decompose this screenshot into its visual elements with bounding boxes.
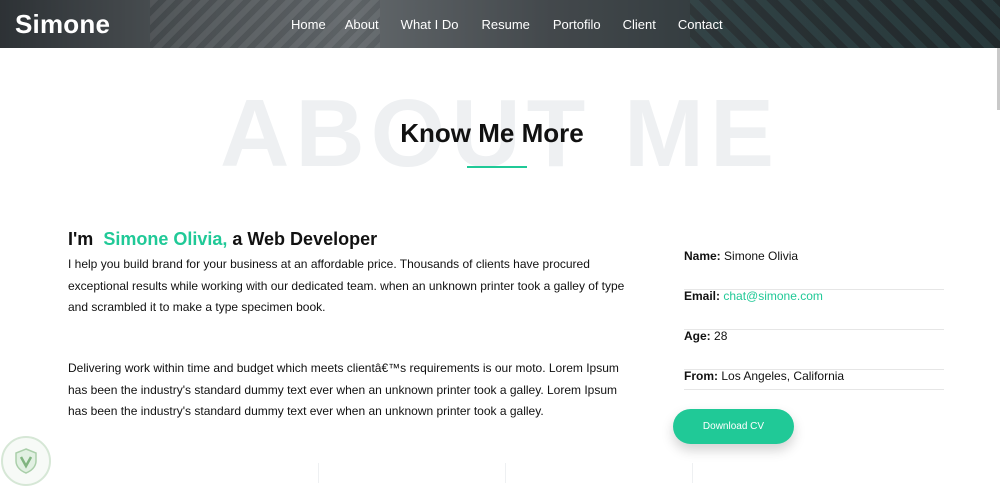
- nav-contact[interactable]: Contact: [678, 17, 723, 32]
- divider: [318, 463, 319, 483]
- intro-name: Simone Olivia,: [103, 229, 228, 249]
- info-value: 28: [714, 329, 728, 343]
- info-row-age: Age: 28: [684, 329, 944, 370]
- intro-heading: I'm Simone Olivia, a Web Developer: [68, 229, 377, 250]
- download-cv-button[interactable]: Download CV: [673, 409, 794, 444]
- intro-paragraph: Delivering work within time and budget w…: [68, 361, 619, 418]
- info-row-email: Email: chat@simone.com: [684, 289, 944, 330]
- section-title: Know Me More: [400, 118, 584, 148]
- site-header: Simone Home About What I Do Resume Porto…: [0, 0, 1000, 48]
- info-row-name: Name: Simone Olivia: [684, 249, 944, 290]
- nav-about[interactable]: About: [345, 17, 379, 32]
- info-label: From:: [684, 369, 718, 383]
- main-nav: Home About What I Do Resume Portofilo Cl…: [291, 17, 723, 32]
- nav-portfolio[interactable]: Portofilo: [553, 17, 601, 32]
- info-label: Age:: [684, 329, 711, 343]
- email-link[interactable]: chat@simone.com: [723, 289, 823, 303]
- info-row-from: From: Los Angeles, California: [684, 369, 944, 390]
- nav-what-i-do[interactable]: What I Do: [401, 17, 459, 32]
- info-value: Simone Olivia: [724, 249, 799, 263]
- nav-client[interactable]: Client: [623, 17, 656, 32]
- shield-logo-icon: [1, 436, 51, 486]
- divider: [692, 463, 693, 483]
- title-underline: [467, 166, 527, 168]
- divider: [505, 463, 506, 483]
- info-value: Los Angeles, California: [721, 369, 845, 383]
- info-label: Email:: [684, 289, 721, 303]
- nav-resume[interactable]: Resume: [481, 17, 529, 32]
- intro-prefix: I'm: [68, 229, 94, 249]
- brand-logo[interactable]: Simone: [15, 9, 110, 40]
- nav-home[interactable]: Home: [291, 17, 326, 32]
- intro-paragraph: I help you build brand for your business…: [68, 257, 625, 314]
- intro-suffix: a Web Developer: [232, 229, 378, 249]
- info-label: Name:: [684, 249, 721, 263]
